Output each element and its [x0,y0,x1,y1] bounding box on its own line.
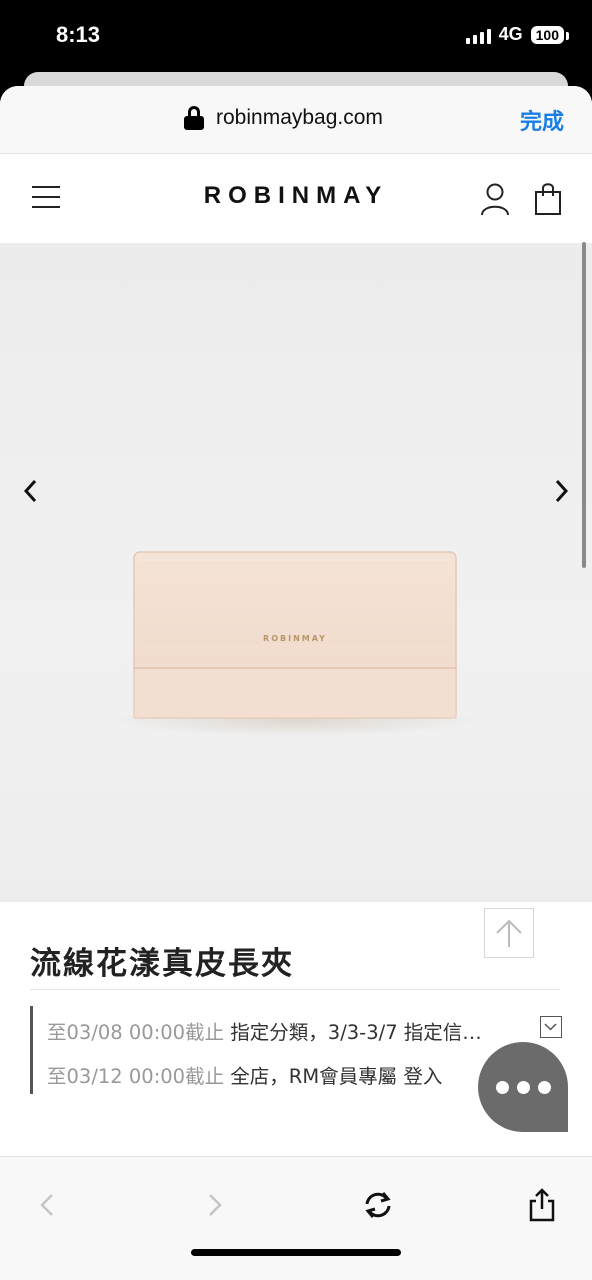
product-image-gallery[interactable]: ROBINMAY [0,242,592,902]
product-title: 流線花漾真皮長夾 [30,946,294,982]
promotion-date: 至03/08 00:00截止 [47,1021,225,1044]
promotion-item[interactable]: 至03/12 00:00截止 全店，RM會員專屬 登入 [47,1060,537,1090]
promotion-date: 至03/12 00:00截止 [47,1065,225,1088]
wallet-logo: ROBINMAY [263,634,327,643]
status-time: 8:13 [56,22,101,47]
chat-button[interactable] [478,1042,568,1132]
divider [30,989,560,990]
browser-toolbar [0,1156,592,1280]
battery-icon: 100 [530,25,570,44]
url-text: robinmaybag.com [216,106,383,129]
browser-sheet: robinmaybag.com 完成 ROBINMAY ROBINMAY 流線花… [0,86,592,1280]
promotion-text: 指定分類，3/3-3/7 指定信… [230,1021,482,1044]
shopping-bag-icon[interactable] [534,182,562,216]
chevron-right-icon[interactable] [550,476,574,506]
address-field[interactable]: robinmaybag.com [184,106,383,130]
arrow-up-icon [496,919,522,947]
status-bar: 8:13 4G 100 [0,0,592,72]
back-arrow-icon[interactable] [30,1187,66,1223]
status-indicators: 4G 100 [465,24,570,45]
chevron-left-icon[interactable] [18,476,42,506]
product-photo: ROBINMAY [132,550,458,720]
lock-icon [184,106,204,130]
site-header: ROBINMAY [0,154,592,244]
forward-arrow-icon[interactable] [196,1187,232,1223]
more-dots-icon [495,1080,509,1094]
url-bar: robinmaybag.com 完成 [0,86,592,154]
share-icon[interactable] [524,1187,560,1223]
promotion-text: 全店，RM會員專屬 登入 [230,1065,443,1088]
chevron-down-icon[interactable] [540,1016,562,1038]
signal-icon [465,26,491,44]
network-label: 4G [498,24,523,44]
promotion-item[interactable]: 至03/08 00:00截止 指定分類，3/3-3/7 指定信… [47,1016,537,1046]
user-icon[interactable] [480,182,510,216]
done-button[interactable]: 完成 [520,104,564,136]
scroll-to-top-button[interactable] [484,908,534,958]
home-indicator [191,1249,401,1256]
page-scrollbar[interactable] [582,242,586,568]
refresh-icon[interactable] [360,1187,396,1223]
